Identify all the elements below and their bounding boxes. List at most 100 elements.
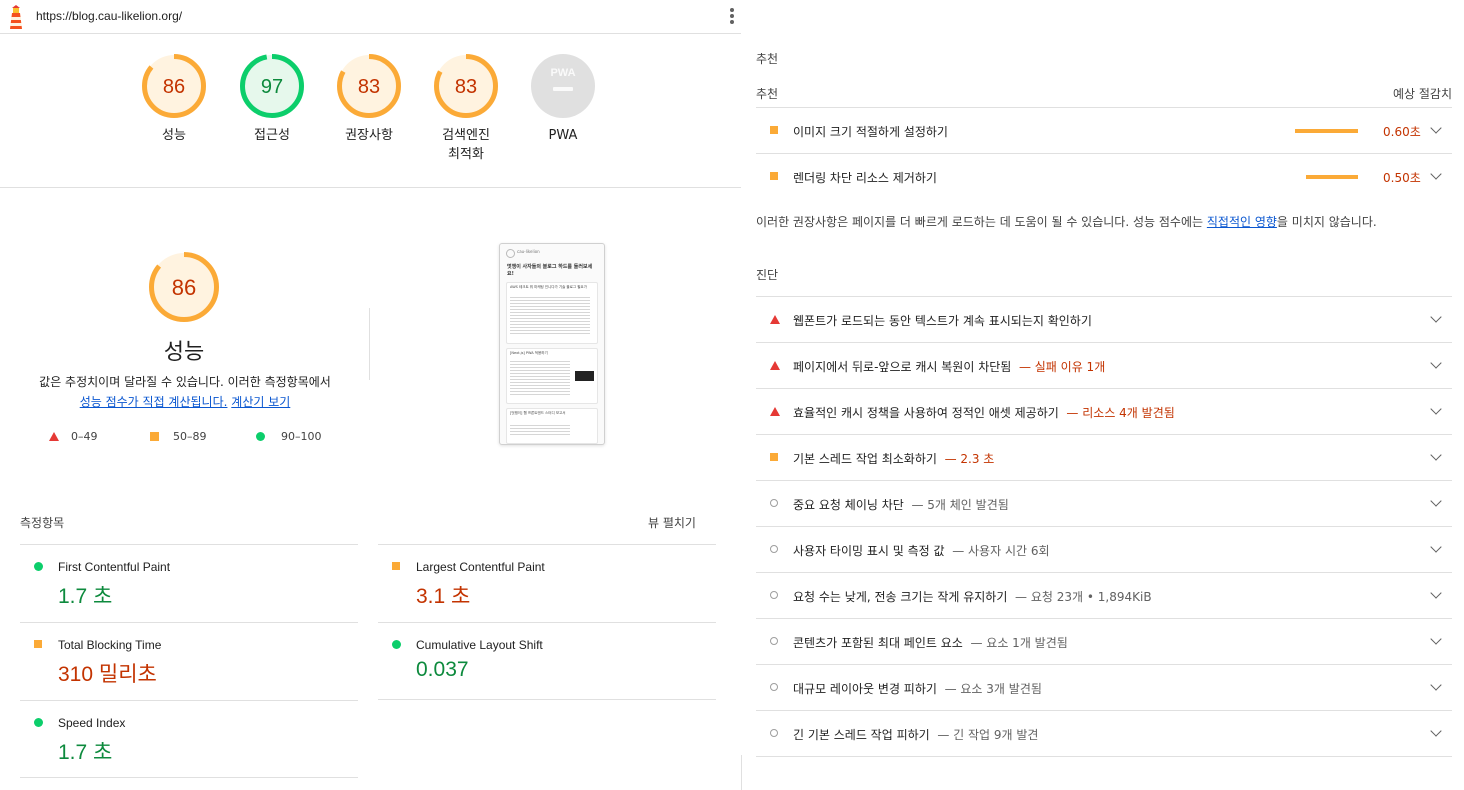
diagnostic-title: 기본 스레드 작업 최소화하기 xyxy=(793,452,937,466)
diagnostic-row[interactable]: 대규모 레이아웃 변경 피하기 — 요소 3개 발견됨 xyxy=(756,664,1452,711)
legend-fail: 0–49 xyxy=(49,430,98,443)
thumb-image xyxy=(575,371,594,381)
thumb-site-name: cau-likelion xyxy=(517,249,540,254)
metric-cls: Cumulative Layout Shift 0.037 xyxy=(378,622,716,699)
savings-bar xyxy=(1295,129,1358,133)
diagnostic-row[interactable]: 중요 요청 체이닝 차단 — 5개 체인 발견됨 xyxy=(756,480,1452,527)
page-screenshot-thumbnail[interactable]: cau-likelion 멋쟁이 사자들의 블로그 하드를 둘러보세요! AWS… xyxy=(499,243,605,445)
fail-triangle-icon xyxy=(49,432,59,441)
fail-triangle-icon xyxy=(770,315,780,324)
info-circle-icon xyxy=(770,499,778,507)
opportunity-title: 렌더링 차단 리소스 제거하기 xyxy=(793,171,937,185)
info-circle-icon xyxy=(770,545,778,553)
page-url[interactable]: https://blog.cau-likelion.org/ xyxy=(36,9,182,23)
gauge-score: 97 xyxy=(261,76,283,98)
gauge-score: 86 xyxy=(163,76,185,98)
advice-suffix: 을 미치지 않습니다. xyxy=(1276,215,1377,229)
legend-fail-range: 0–49 xyxy=(71,430,98,443)
chevron-down-icon xyxy=(1430,122,1442,134)
metric-name: First Contentful Paint xyxy=(58,560,171,574)
chevron-down-icon xyxy=(1430,541,1442,553)
metric-value: 0.037 xyxy=(416,658,469,681)
direct-impact-link[interactable]: 직접적인 영향 xyxy=(1207,215,1277,229)
diagnostic-row[interactable]: 요청 수는 낮게, 전송 크기는 작게 유지하기 — 요청 23개 • 1,89… xyxy=(756,572,1452,619)
diagnostic-title: 중요 요청 체이닝 차단 xyxy=(793,498,904,512)
expand-view-button[interactable]: 뷰 펼치기 xyxy=(648,514,696,531)
gauge-accessibility[interactable]: 97 접근성 xyxy=(238,52,306,145)
divider xyxy=(378,699,716,700)
diagnostic-text: 중요 요청 체이닝 차단 — 5개 체인 발견됨 xyxy=(793,496,1009,513)
url-bar: https://blog.cau-likelion.org/ xyxy=(0,0,741,34)
fail-triangle-icon xyxy=(770,407,780,416)
average-square-icon xyxy=(34,640,42,648)
chevron-down-icon xyxy=(1430,725,1442,737)
thumb-text-lines xyxy=(510,295,590,335)
metrics-header: 측정항목 xyxy=(20,516,65,530)
opportunity-title: 이미지 크기 적절하게 설정하기 xyxy=(793,125,948,139)
opportunity-row[interactable]: 이미지 크기 적절하게 설정하기 0.60초 xyxy=(756,107,1452,154)
diagnostic-text: 웹폰트가 로드되는 동안 텍스트가 계속 표시되는지 확인하기 xyxy=(793,312,1092,329)
opportunity-column-header: 추천 xyxy=(756,87,779,101)
diagnostic-detail: — 사용자 시간 6회 xyxy=(952,544,1050,558)
pass-circle-icon xyxy=(34,718,43,727)
fail-triangle-icon xyxy=(770,361,780,370)
score-calculation-link[interactable]: 성능 점수가 직접 계산됩니다. xyxy=(80,395,228,409)
chevron-down-icon xyxy=(1430,403,1442,415)
pwa-badge-text: PWA xyxy=(550,67,575,79)
gauge-seo[interactable]: 83 검색엔진 최적화 xyxy=(432,52,500,164)
diagnostic-row[interactable]: 페이지에서 뒤로-앞으로 캐시 복원이 차단됨 — 실패 이유 1개 xyxy=(756,342,1452,389)
diagnostic-row[interactable]: 콘텐츠가 포함된 최대 페인트 요소 — 요소 1개 발견됨 xyxy=(756,618,1452,665)
info-circle-icon xyxy=(770,591,778,599)
metric-value: 310 밀리초 xyxy=(58,663,157,686)
diagnostic-text: 요청 수는 낮게, 전송 크기는 작게 유지하기 — 요청 23개 • 1,89… xyxy=(793,588,1152,605)
thumb-text-lines xyxy=(510,423,570,437)
savings-value: 0.60초 xyxy=(1383,125,1421,139)
gauge-label: 권장사항 xyxy=(345,128,393,143)
diagnostic-text: 콘텐츠가 포함된 최대 페인트 요소 — 요소 1개 발견됨 xyxy=(793,634,1068,651)
thumb-card-1: AWS 테크트 뭐 마케팅 인니다가 기술 블로그 필요가 xyxy=(506,282,598,344)
info-circle-icon xyxy=(770,729,778,737)
chevron-down-icon xyxy=(1430,311,1442,323)
diagnostic-title: 요청 수는 낮게, 전송 크기는 작게 유지하기 xyxy=(793,590,1008,604)
diagnostic-row[interactable]: 기본 스레드 작업 최소화하기 — 2.3 초 xyxy=(756,434,1452,481)
diagnostic-row[interactable]: 효율적인 캐시 정책을 사용하여 정적인 애셋 제공하기 — 리소스 4개 발견… xyxy=(756,388,1452,435)
diagnostic-title: 긴 기본 스레드 작업 피하기 xyxy=(793,728,930,742)
advice-text: 이러한 권장사항은 페이지를 더 빠르게 로드하는 데 도움이 될 수 있습니다… xyxy=(756,215,1207,229)
chevron-down-icon xyxy=(1430,357,1442,369)
diagnostic-title: 사용자 타이밍 표시 및 측정 값 xyxy=(793,544,945,558)
savings-bar xyxy=(1306,175,1358,179)
chevron-down-icon xyxy=(1430,587,1442,599)
diagnostic-row[interactable]: 사용자 타이밍 표시 및 측정 값 — 사용자 시간 6회 xyxy=(756,526,1452,573)
savings-value: 0.50초 xyxy=(1383,171,1421,185)
description-text: 값은 추정치이며 달라질 수 있습니다. 이러한 측정항목에서 xyxy=(39,375,331,389)
average-square-icon xyxy=(770,453,778,461)
info-circle-icon xyxy=(770,683,778,691)
report-panel: https://blog.cau-likelion.org/ 86 성능 97 … xyxy=(0,0,741,790)
diagnostic-detail: — 요청 23개 • 1,894KiB xyxy=(1015,590,1152,604)
calculator-link[interactable]: 계산기 보기 xyxy=(231,395,290,409)
gauge-performance[interactable]: 86 성능 xyxy=(140,52,208,145)
diagnostic-row[interactable]: 긴 기본 스레드 작업 피하기 — 긴 작업 9개 발견 xyxy=(756,710,1452,757)
more-options-icon[interactable] xyxy=(725,8,739,26)
gauge-score: 83 xyxy=(455,76,477,98)
info-circle-icon xyxy=(770,637,778,645)
gauge-pwa[interactable]: PWA PWA xyxy=(529,52,597,145)
diagnostic-title: 콘텐츠가 포함된 최대 페인트 요소 xyxy=(793,636,963,650)
gauge-label: 검색엔진 최적화 xyxy=(442,128,490,162)
thumb-card-2: [Next.js] PWA 적용하기 xyxy=(506,348,598,404)
chevron-down-icon xyxy=(1430,168,1442,180)
diagnostics-section-title: 진단 xyxy=(756,268,779,282)
opportunities-section-title: 추천 xyxy=(756,52,779,66)
metric-value: 1.7 초 xyxy=(58,741,113,764)
metric-name: Speed Index xyxy=(58,716,126,730)
thumb-post-title: [멋쟁이] 웹 프론트엔드 스터디 보고서 xyxy=(510,411,566,415)
diagnostic-row[interactable]: 웹폰트가 로드되는 동안 텍스트가 계속 표시되는지 확인하기 xyxy=(756,296,1452,343)
legend-pass-range: 90–100 xyxy=(281,430,322,443)
diagnostic-text: 효율적인 캐시 정책을 사용하여 정적인 애셋 제공하기 — 리소스 4개 발견… xyxy=(793,404,1175,421)
legend-pass: 90–100 xyxy=(256,430,322,443)
pass-circle-icon xyxy=(256,432,265,441)
metric-fcp: First Contentful Paint 1.7 초 xyxy=(20,544,358,621)
gauge-label: PWA xyxy=(548,128,578,143)
opportunity-row[interactable]: 렌더링 차단 리소스 제거하기 0.50초 xyxy=(756,153,1452,200)
gauge-best-practices[interactable]: 83 권장사항 xyxy=(335,52,403,145)
